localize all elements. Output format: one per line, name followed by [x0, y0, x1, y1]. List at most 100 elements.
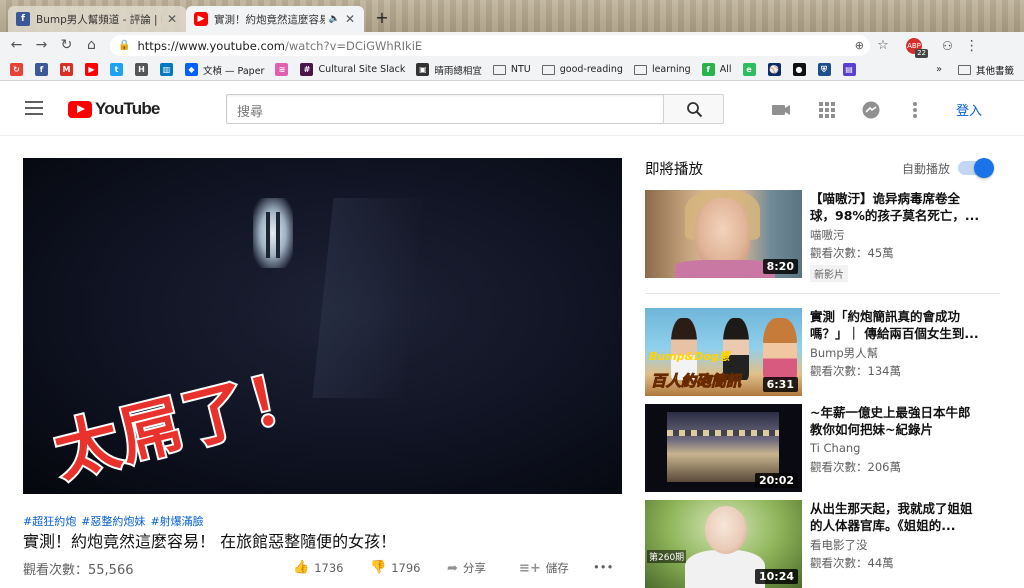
bookmark-item[interactable]: M: [60, 63, 73, 76]
tab-strip: f Bump男人幫頻道 - 評論 | Facebook ✕ ▶ 實測！約炮竟然這…: [0, 0, 1024, 32]
save-button[interactable]: ≡+ 儲存: [519, 560, 569, 576]
thumbs-down-icon: 👎: [370, 560, 387, 575]
dislike-count: 1796: [391, 560, 421, 575]
home-icon[interactable]: ⌂: [79, 33, 104, 58]
other-bookmarks-folder[interactable]: 其他書籤: [958, 63, 1014, 77]
search-icon: [687, 102, 703, 118]
github-icon: ●: [792, 63, 806, 76]
bookmark-item[interactable]: ▤: [842, 63, 856, 76]
recommended-title[interactable]: ~年薪一億史上最強日本牛郎教你如何把妹~紀錄片: [810, 404, 982, 438]
book-icon: ▤: [842, 63, 856, 76]
extension-icon[interactable]: ⚇: [942, 39, 953, 53]
zoom-icon[interactable]: ⊕: [855, 39, 864, 52]
bookmark-item[interactable]: f All: [701, 63, 732, 76]
bookmark-item[interactable]: ●: [792, 63, 806, 76]
hashtag-link[interactable]: #射爆滿臉: [150, 515, 203, 528]
pattern-icon: ≋: [275, 63, 289, 76]
channel-name[interactable]: 喵嗷污: [810, 227, 845, 243]
video-thumbnail[interactable]: 8:20: [645, 190, 802, 278]
close-tab-icon[interactable]: ✕: [344, 12, 356, 26]
share-button[interactable]: ➦ 分享: [447, 560, 486, 576]
settings-more-icon[interactable]: [904, 99, 926, 121]
youtube-logo[interactable]: YouTube: [68, 99, 160, 119]
recommended-title[interactable]: 實測「約炮簡訊真的會成功嗎？」｜ 傳給兩百個女生到...: [810, 308, 982, 342]
bookmarks-overflow-button[interactable]: »: [936, 64, 942, 75]
folder-icon: [541, 64, 555, 75]
forward-icon[interactable]: →: [29, 33, 54, 58]
search-input[interactable]: 搜尋: [226, 94, 664, 124]
hamburger-menu-icon[interactable]: [25, 101, 43, 115]
more-actions-button[interactable]: •••: [593, 560, 613, 574]
apps-grid-icon[interactable]: [816, 99, 838, 121]
toggle-knob: [974, 158, 994, 178]
tab-title: 實測！約炮竟然這麼容易！在旅館: [214, 13, 325, 26]
bookmark-item[interactable]: f: [35, 63, 48, 76]
browser-menu-icon[interactable]: ⋮: [965, 38, 979, 54]
bookmark-item[interactable]: ▥: [160, 63, 173, 76]
like-button[interactable]: 👍 1736: [293, 560, 343, 575]
trello-icon: ▥: [160, 63, 173, 76]
adblock-extension-icon[interactable]: ABP 22: [906, 37, 928, 58]
bookmark-item[interactable]: # Cultural Site Slack: [300, 63, 405, 76]
sign-in-button[interactable]: 登入: [956, 100, 982, 119]
bookmark-item[interactable]: ⛨: [817, 63, 831, 76]
url-path: /watch?v=DCiGWhRIkiE: [285, 38, 423, 53]
back-icon[interactable]: ←: [4, 33, 29, 58]
recommended-title[interactable]: 从出生那天起，我就成了姐姐的人体器官库。《姐姐的...: [810, 500, 982, 534]
dislike-button[interactable]: 👎 1796: [370, 560, 420, 575]
thumbnail-caption: 第260期: [647, 550, 687, 563]
bookmark-item[interactable]: ◆ 文楨 — Paper: [185, 63, 264, 77]
video-thumbnail[interactable]: 20:02: [645, 404, 802, 492]
bookmark-item[interactable]: ▶: [85, 63, 98, 76]
other-bookmarks-label: 其他書籤: [976, 66, 1015, 77]
bookmark-star-icon[interactable]: ☆: [872, 38, 894, 53]
bookmark-item[interactable]: ⚾: [767, 63, 781, 76]
new-tab-button[interactable]: +: [372, 8, 392, 28]
bookmark-item[interactable]: e: [742, 63, 756, 76]
hashtag-link[interactable]: #超狂約炮: [23, 515, 76, 528]
bookmark-item[interactable]: ▣ 晴雨總相宜: [416, 63, 482, 77]
video-player[interactable]: 太屌了！: [23, 158, 622, 494]
tab-youtube[interactable]: ▶ 實測！約炮竟然這麼容易！在旅館 🔈 ✕: [186, 6, 364, 32]
video-duration: 8:20: [762, 259, 798, 274]
bookmark-item[interactable]: t: [110, 63, 123, 76]
reload-icon[interactable]: ↻: [54, 33, 79, 58]
channel-name[interactable]: Ti Chang: [810, 441, 860, 455]
hashtag-link[interactable]: #惡整約炮妹: [81, 515, 145, 528]
bookmark-item[interactable]: good-reading: [541, 64, 623, 75]
thumbnail-caption: Bump&Dog憲: [649, 350, 730, 363]
bookmark-item[interactable]: learning: [633, 64, 691, 75]
bookmark-item[interactable]: ↻: [10, 63, 23, 76]
recommended-title[interactable]: 【喵嗷汙】诡异病毒席卷全球，98%的孩子莫名死亡，...: [810, 190, 982, 224]
bookmark-label: All: [719, 64, 732, 75]
twitter-icon: t: [110, 63, 123, 76]
bookmarks-bar: ↻ f M ▶ t H ▥ ◆ 文楨 — Paper ≋ # Cultural Site Slack ▣…: [0, 59, 1024, 81]
tab-facebook[interactable]: f Bump男人幫頻道 - 評論 | Facebook ✕: [8, 6, 186, 32]
slack-icon: #: [300, 63, 314, 76]
bookmark-item[interactable]: NTU: [492, 64, 531, 75]
url-host: https://www.youtube.com: [137, 38, 286, 53]
bookmark-item[interactable]: ≋: [275, 63, 289, 76]
bookmark-item[interactable]: H: [135, 63, 148, 76]
channel-name[interactable]: Bump男人幫: [810, 345, 878, 361]
lock-icon[interactable]: 🔒: [118, 40, 130, 51]
bookmark-label: 晴雨總相宜: [434, 65, 482, 77]
video-hashtags: #超狂約炮 #惡整約炮妹 #射爆滿臉: [23, 513, 209, 529]
video-thumbnail[interactable]: Bump&Dog憲 百人約砲簡訊 6:31: [645, 308, 802, 396]
close-tab-icon[interactable]: ✕: [166, 12, 178, 26]
speaker-icon[interactable]: 🔈: [329, 14, 340, 24]
share-messages-icon[interactable]: [860, 99, 882, 121]
thumb-decor: [685, 550, 765, 588]
video-duration: 6:31: [762, 377, 798, 392]
channel-name[interactable]: 看电影了没: [810, 537, 868, 553]
autoplay-label: 自動播放: [902, 162, 951, 176]
address-bar[interactable]: 🔒 https://www.youtube.com/watch?v=DCiGWh…: [110, 35, 870, 56]
youtube-icon: ▶: [85, 63, 98, 76]
autoplay-toggle[interactable]: [958, 158, 994, 178]
bookmark-label: NTU: [510, 64, 531, 75]
evernote-icon: e: [742, 63, 756, 76]
video-duration: 20:02: [754, 473, 798, 488]
save-label: 儲存: [545, 561, 569, 575]
search-button[interactable]: [663, 94, 724, 124]
create-video-icon[interactable]: [770, 99, 792, 121]
